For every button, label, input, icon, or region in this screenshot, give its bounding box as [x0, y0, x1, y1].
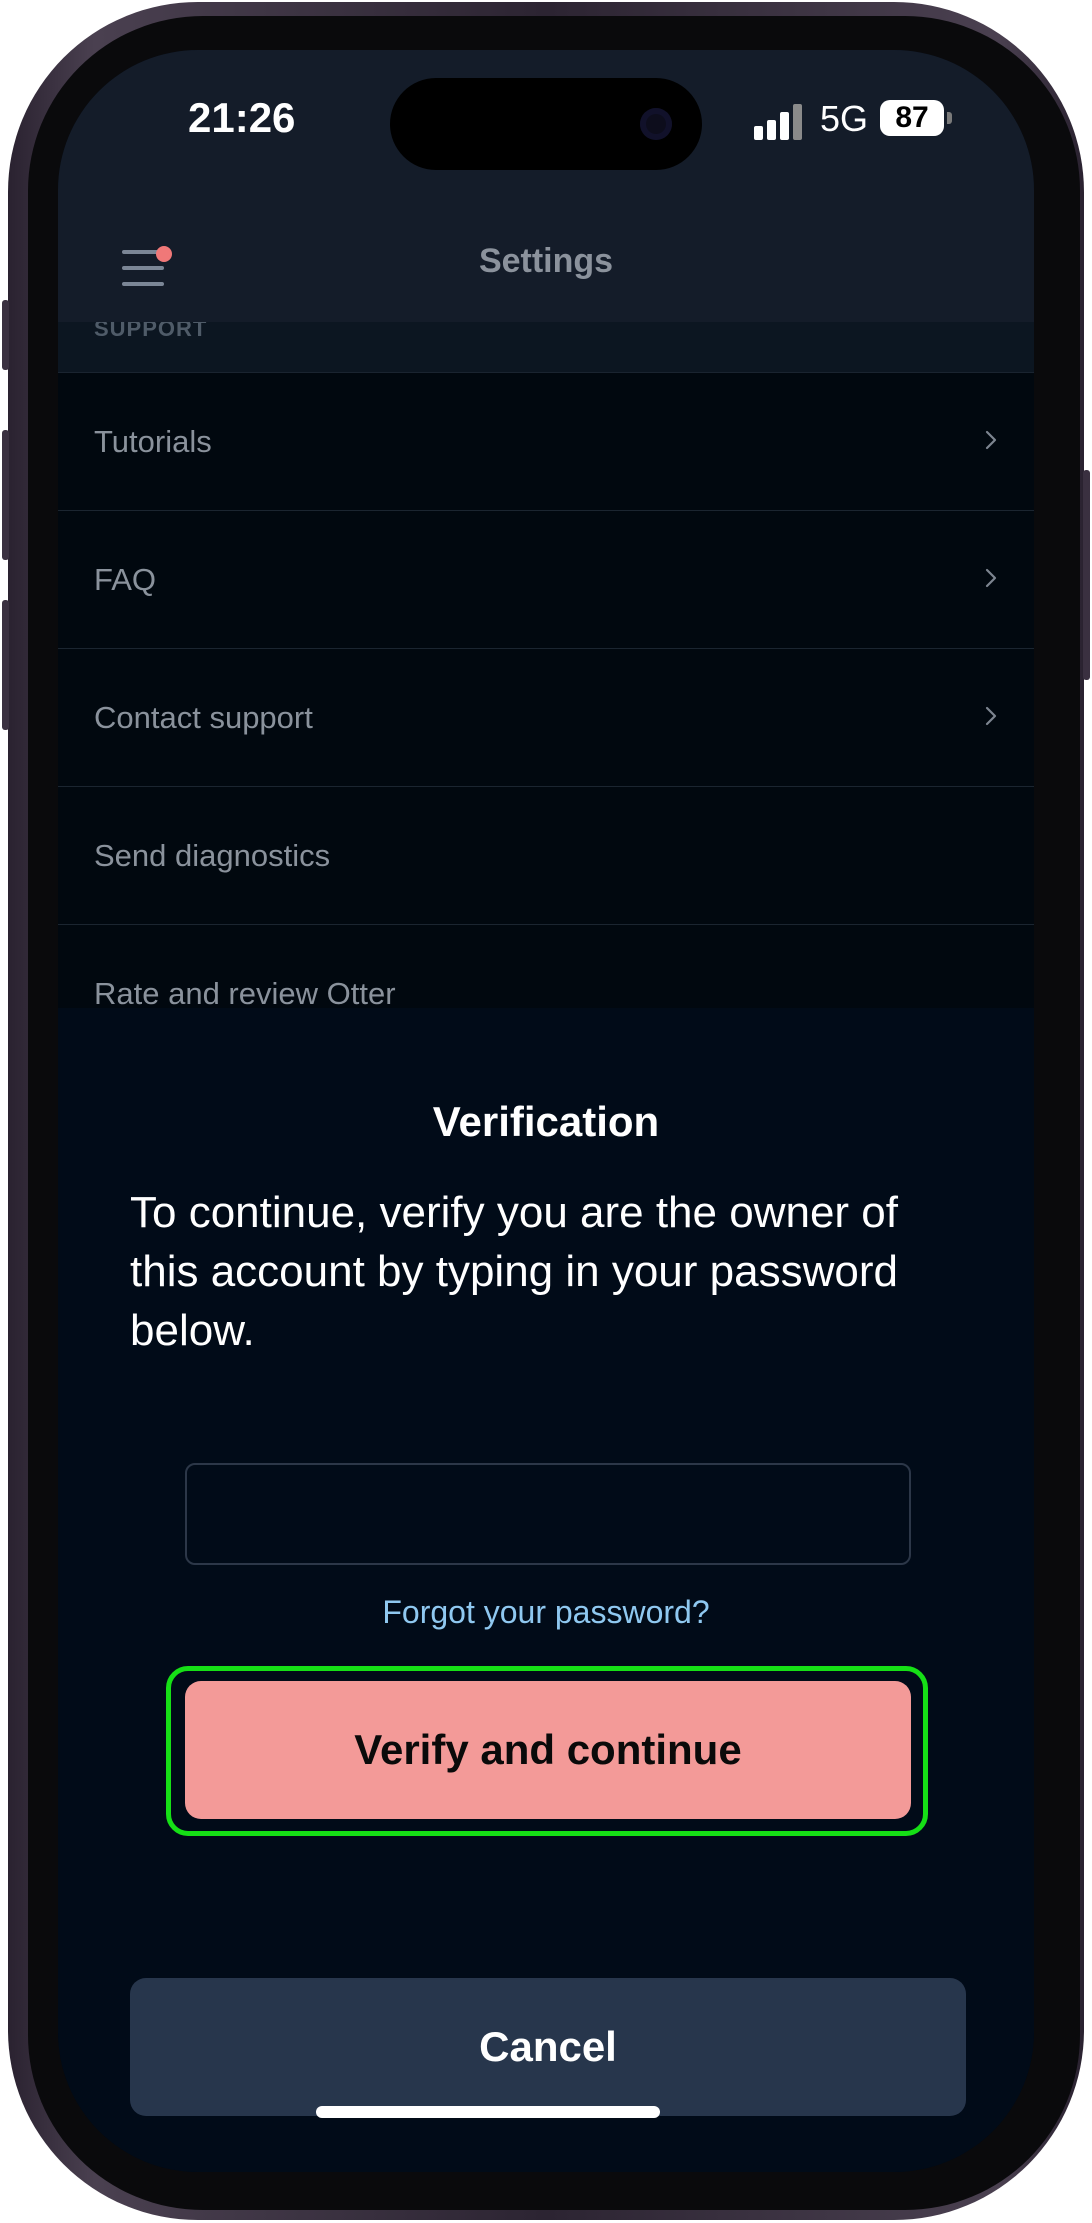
chevron-right-icon — [985, 430, 997, 450]
battery-level: 87 — [895, 101, 929, 134]
password-input[interactable] — [185, 1463, 911, 1565]
volume-up-button — [2, 430, 9, 560]
settings-item-contact-support[interactable]: Contact support — [58, 649, 1034, 787]
settings-item-tutorials[interactable]: Tutorials — [58, 373, 1034, 511]
section-header: SUPPORT — [58, 322, 1034, 373]
settings-item-send-diagnostics[interactable]: Send diagnostics — [58, 787, 1034, 925]
app-header: Settings — [58, 200, 1034, 322]
action-button — [2, 300, 9, 370]
modal-message: To continue, verify you are the owner of… — [130, 1188, 898, 1355]
chevron-right-icon — [985, 568, 997, 588]
network-type: 5G — [820, 98, 869, 139]
verify-and-continue-button[interactable]: Verify and continue — [185, 1681, 911, 1819]
battery-icon: 87 — [880, 100, 944, 136]
section-label: SUPPORT — [94, 322, 208, 341]
settings-item-label: Send diagnostics — [94, 838, 331, 873]
volume-down-button — [2, 600, 9, 730]
verification-sheet: Verification To continue, verify you are… — [58, 1008, 1034, 2172]
settings-item-label: Tutorials — [94, 424, 212, 459]
power-button — [1083, 470, 1090, 680]
modal-title: Verification — [432, 1098, 660, 1145]
screen: 21:26 5G 87 Settings SUPPORT Tutorials F… — [58, 50, 1034, 2172]
cellular-signal-icon — [754, 104, 806, 140]
cancel-button[interactable]: Cancel — [130, 1978, 966, 2116]
status-time: 21:26 — [188, 94, 296, 141]
status-bar: 21:26 5G 87 — [58, 50, 1034, 200]
forgot-password-link[interactable]: Forgot your password? — [58, 1594, 1034, 1631]
settings-item-label: FAQ — [94, 562, 157, 597]
dynamic-island — [390, 78, 702, 170]
chevron-right-icon — [985, 706, 997, 726]
home-indicator[interactable] — [316, 2106, 660, 2118]
page-title: Settings — [478, 242, 614, 280]
settings-item-faq[interactable]: FAQ — [58, 511, 1034, 649]
battery-tip — [947, 112, 952, 124]
settings-item-label: Contact support — [94, 700, 313, 735]
front-camera-icon — [640, 108, 672, 140]
